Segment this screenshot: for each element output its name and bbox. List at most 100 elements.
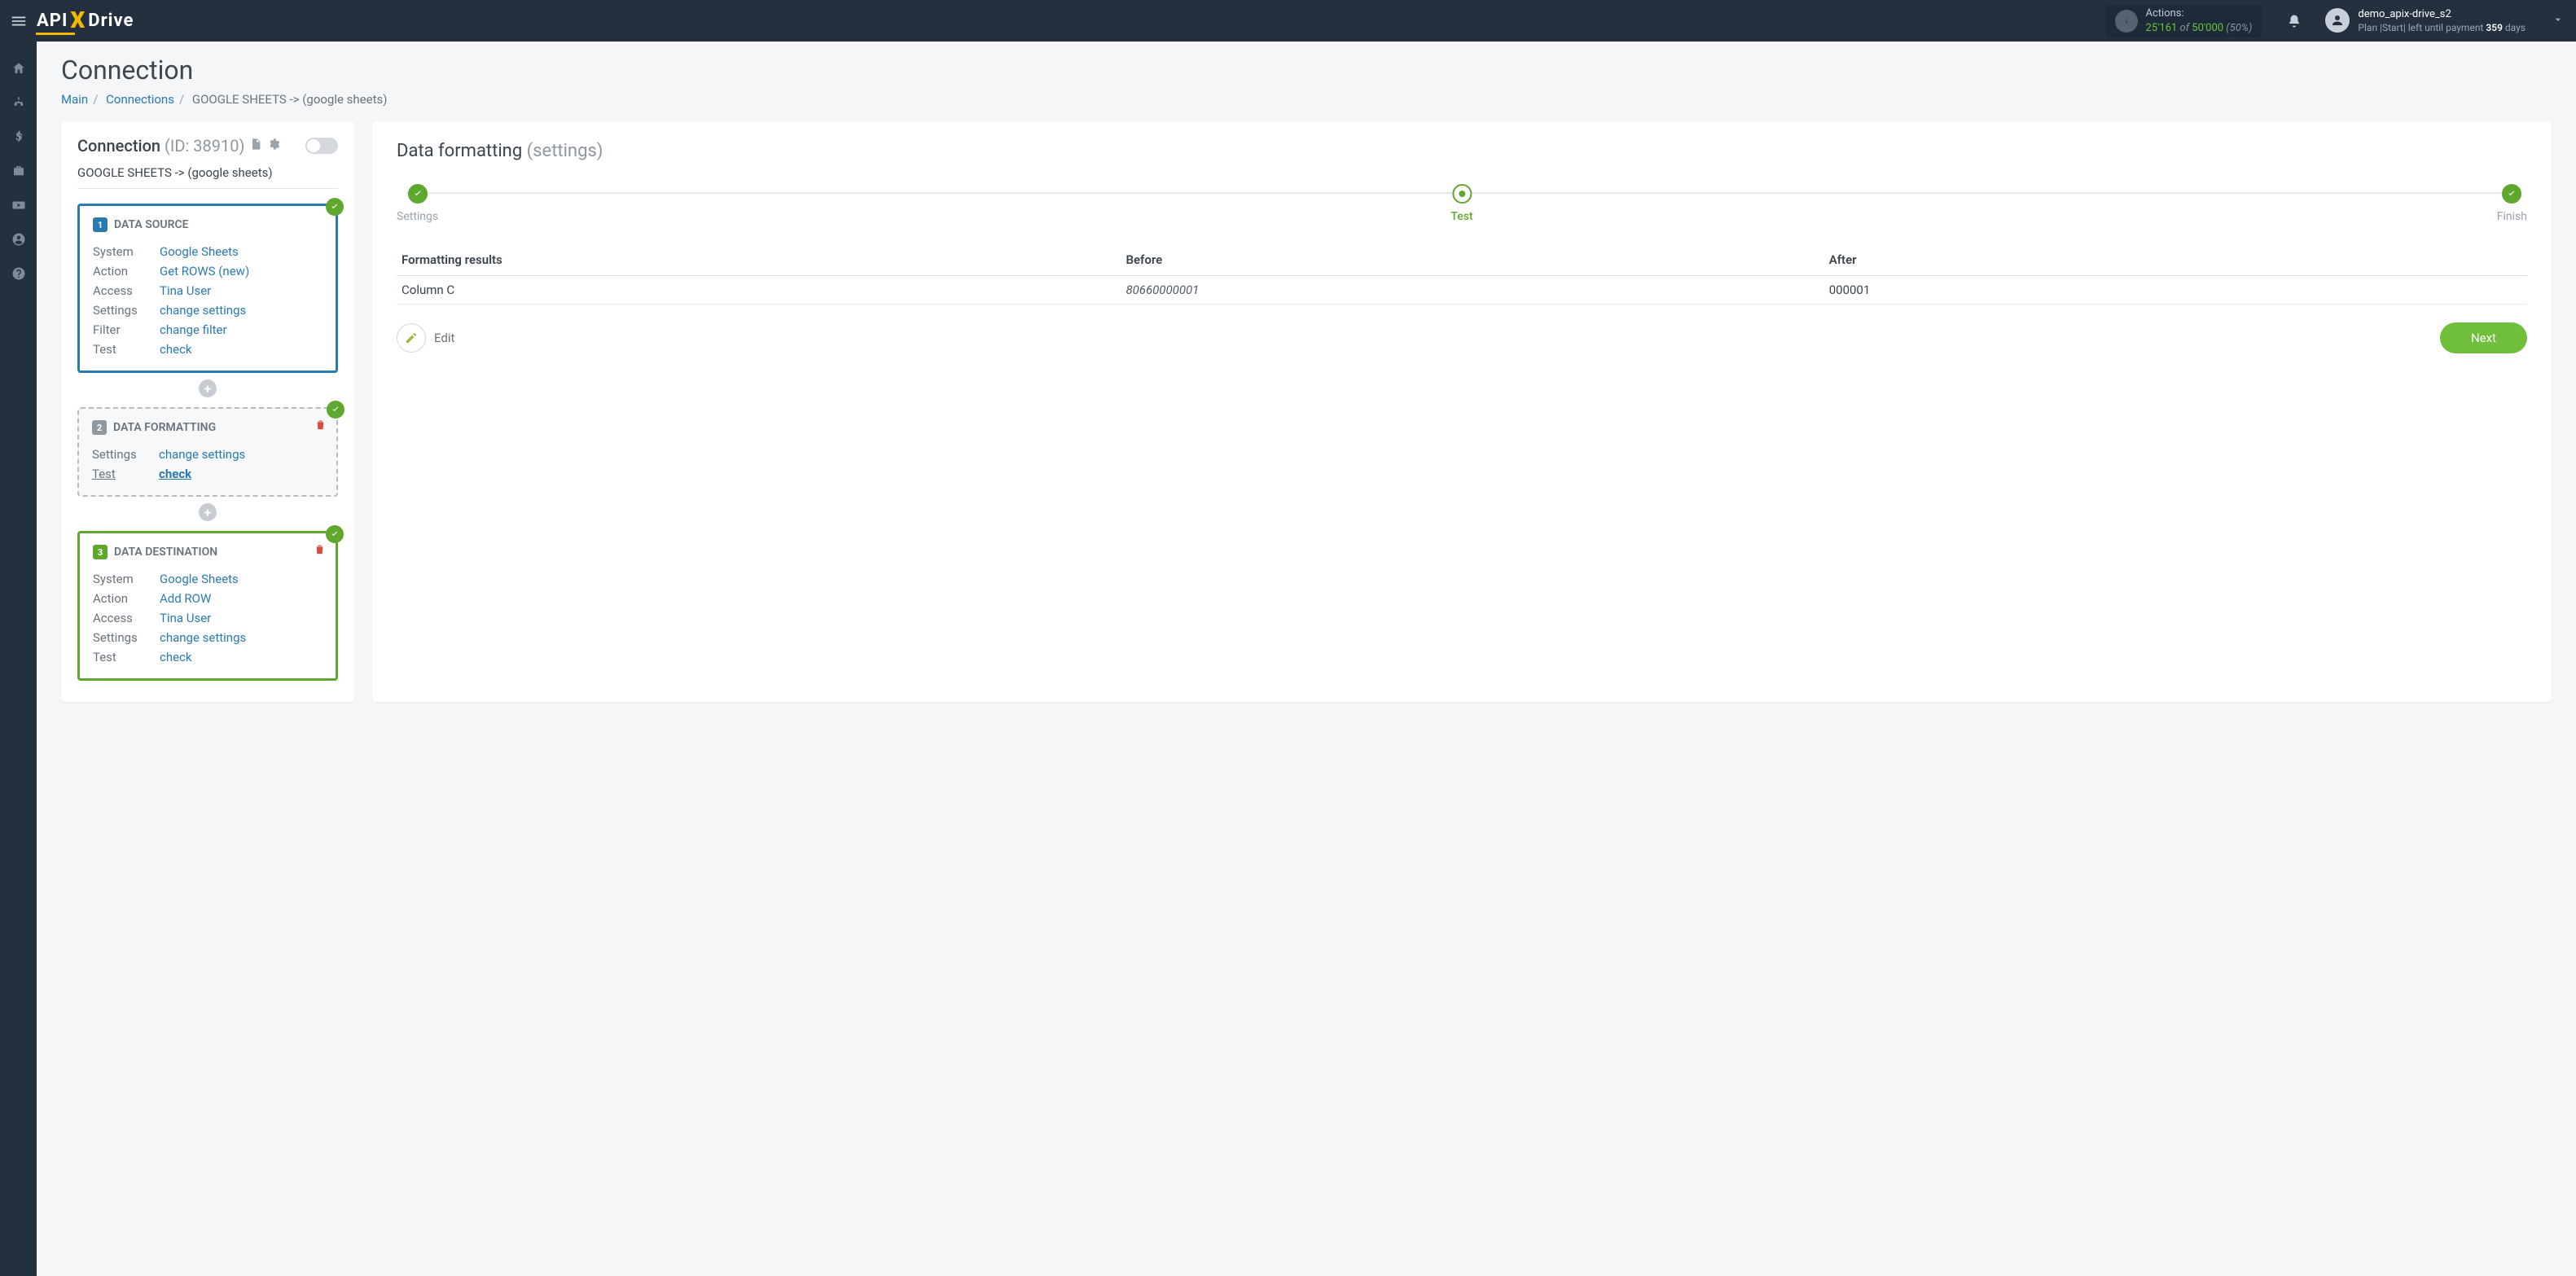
logo-x: X [70, 7, 86, 33]
help-icon [11, 266, 26, 281]
home-icon [11, 61, 26, 76]
results-table: Formatting results Before After Column C… [397, 244, 2527, 305]
file-icon [249, 138, 262, 151]
next-button[interactable]: Next [2440, 322, 2527, 353]
delete-destination-button[interactable] [314, 543, 326, 559]
col-results: Formatting results [397, 244, 1121, 276]
dollar-icon [11, 129, 26, 144]
user-plan: Plan |Start| left until payment 359 days [2358, 21, 2526, 34]
data-source-block[interactable]: 1DATA SOURCE SystemGoogle Sheets ActionG… [77, 204, 338, 373]
gear-icon [267, 138, 280, 151]
user-circle-icon [11, 232, 26, 247]
breadcrumb: Main/ Connections/ GOOGLE SHEETS -> (goo… [61, 92, 2552, 107]
trash-icon [314, 419, 327, 431]
actions-text: Actions: 25'161 of 50'000 (50%) [2146, 7, 2253, 35]
table-row: Column C 80660000001 000001 [397, 276, 2527, 305]
notifications-button[interactable] [2278, 14, 2311, 29]
source-access-link[interactable]: Tina User [160, 281, 211, 300]
source-filter-link[interactable]: change filter [160, 320, 227, 340]
sidebar-video[interactable] [0, 188, 37, 222]
sitemap-icon [11, 95, 26, 110]
avatar [2325, 8, 2350, 33]
delete-formatting-button[interactable] [314, 419, 327, 434]
actions-label: Actions: [2146, 7, 2253, 21]
menu-toggle[interactable] [0, 0, 37, 42]
dst-access-link[interactable]: Tina User [160, 608, 211, 628]
breadcrumb-connections[interactable]: Connections [106, 92, 174, 107]
cell-after: 000001 [1824, 276, 2527, 305]
step-test[interactable]: Test [1450, 184, 1472, 223]
connection-header: Connection (ID: 38910) [77, 136, 338, 156]
check-icon [413, 189, 423, 199]
user-name: demo_apix-drive_s2 [2358, 7, 2526, 22]
dst-action-link[interactable]: Add ROW [160, 589, 211, 608]
check-badge [326, 198, 344, 216]
settings-button[interactable] [267, 138, 280, 154]
logo[interactable]: APIXDrive [37, 7, 134, 34]
logo-api: API [37, 11, 68, 31]
fmt-settings-link[interactable]: change settings [159, 445, 245, 464]
data-formatting-block[interactable]: 2DATA FORMATTING Settingschange settings… [77, 407, 338, 497]
sidebar [0, 42, 37, 1276]
edit-label: Edit [434, 331, 454, 345]
sidebar-billing[interactable] [0, 120, 37, 154]
step-finish[interactable]: Finish [2497, 184, 2527, 223]
source-test-link[interactable]: check [160, 340, 192, 359]
trash-icon [314, 543, 326, 555]
formatting-title: 2DATA FORMATTING [92, 420, 323, 435]
user-menu-toggle[interactable] [2540, 13, 2576, 29]
cell-before: 80660000001 [1121, 276, 1823, 305]
check-icon [331, 405, 340, 414]
sidebar-connections[interactable] [0, 86, 37, 120]
chevron-down-icon [2552, 13, 2565, 26]
content-row: Connection (ID: 38910) GOOGLE SHEETS -> … [61, 121, 2552, 702]
dst-system-link[interactable]: Google Sheets [160, 569, 239, 589]
topbar: APIXDrive Actions: 25'161 of 50'000 (50%… [0, 0, 2576, 42]
user-menu[interactable]: demo_apix-drive_s2 Plan |Start| left unt… [2311, 7, 2540, 35]
data-destination-block[interactable]: 3DATA DESTINATION SystemGoogle Sheets Ac… [77, 531, 338, 681]
youtube-icon [11, 198, 26, 213]
connection-panel: Connection (ID: 38910) GOOGLE SHEETS -> … [61, 121, 354, 702]
stepper: Settings Test Finish [397, 184, 2527, 225]
cell-column: Column C [397, 276, 1121, 305]
check-icon [2507, 189, 2517, 199]
source-system-link[interactable]: Google Sheets [160, 242, 239, 261]
actions-counter[interactable]: Actions: 25'161 of 50'000 (50%) [2105, 5, 2262, 37]
source-settings-link[interactable]: change settings [160, 300, 246, 320]
sidebar-tools[interactable] [0, 154, 37, 188]
logo-drive: Drive [88, 11, 134, 31]
formatting-panel: Data formatting (settings) Settings Test… [372, 121, 2552, 702]
actions-numbers: 25'161 of 50'000 (50%) [2146, 21, 2253, 36]
logo-underline [36, 33, 75, 35]
check-badge [326, 525, 344, 543]
sidebar-help[interactable] [0, 257, 37, 291]
bell-icon [2287, 14, 2302, 29]
user-icon [2330, 13, 2345, 28]
connection-subtitle: GOOGLE SHEETS -> (google sheets) [77, 165, 338, 189]
briefcase-icon [11, 164, 26, 178]
breadcrumb-main[interactable]: Main [61, 92, 88, 107]
topbar-right: Actions: 25'161 of 50'000 (50%) demo_api… [2105, 0, 2576, 42]
add-step-button-2[interactable]: + [199, 503, 217, 521]
source-title: 1DATA SOURCE [93, 217, 323, 232]
connection-title: Connection (ID: 38910) [77, 136, 244, 156]
copy-button[interactable] [249, 138, 262, 154]
step-settings[interactable]: Settings [397, 184, 438, 223]
check-icon [330, 529, 340, 539]
destination-title: 3DATA DESTINATION [93, 545, 323, 559]
breadcrumb-current: GOOGLE SHEETS -> (google sheets) [192, 92, 388, 107]
sidebar-home[interactable] [0, 51, 37, 86]
user-text: demo_apix-drive_s2 Plan |Start| left unt… [2358, 7, 2526, 35]
add-step-button-1[interactable]: + [199, 379, 217, 397]
check-icon [330, 202, 340, 212]
info-icon [2115, 10, 2138, 33]
dst-test-link[interactable]: check [160, 647, 192, 667]
fmt-test-link[interactable]: check [159, 464, 191, 484]
dst-settings-link[interactable]: change settings [160, 628, 246, 647]
layout: Connection Main/ Connections/ GOOGLE SHE… [0, 42, 2576, 1276]
connection-toggle[interactable] [305, 138, 338, 154]
page-title: Connection [61, 55, 2552, 86]
edit-button[interactable]: Edit [397, 323, 454, 353]
source-action-link[interactable]: Get ROWS (new) [160, 261, 249, 281]
sidebar-account[interactable] [0, 222, 37, 257]
